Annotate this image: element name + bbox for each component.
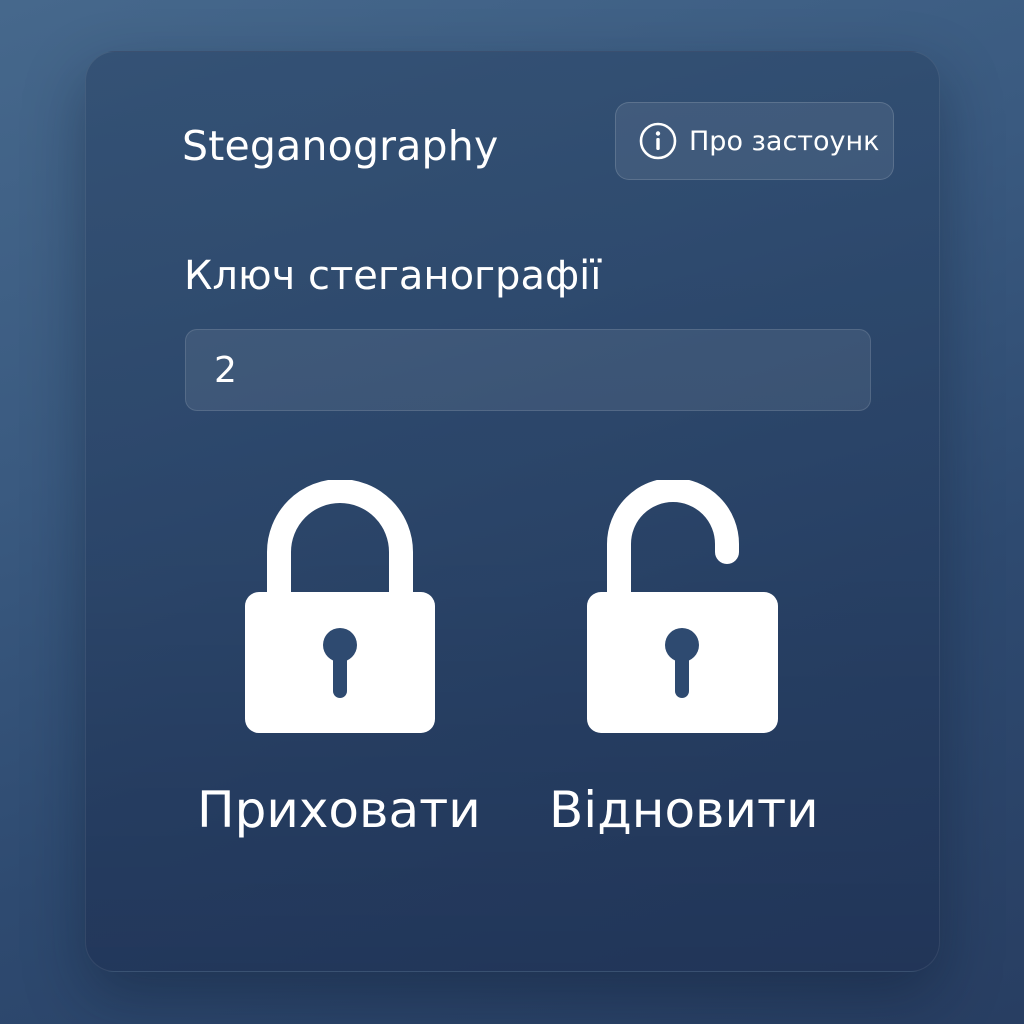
key-input[interactable] — [185, 329, 871, 411]
key-field-label: Ключ стеганографії — [184, 253, 602, 299]
hide-button-label: Приховати — [197, 781, 481, 839]
hide-button[interactable]: Приховати — [190, 480, 490, 850]
about-app-button[interactable]: Про застоунк — [615, 102, 894, 180]
restore-button[interactable]: Відновити — [540, 480, 830, 850]
restore-button-label: Відновити — [549, 781, 819, 839]
lock-open-icon — [585, 480, 780, 736]
about-button-label: Про застоунк — [689, 125, 880, 157]
app-title: Steganography — [182, 122, 499, 170]
info-icon — [638, 121, 678, 161]
lock-closed-icon — [245, 480, 435, 736]
